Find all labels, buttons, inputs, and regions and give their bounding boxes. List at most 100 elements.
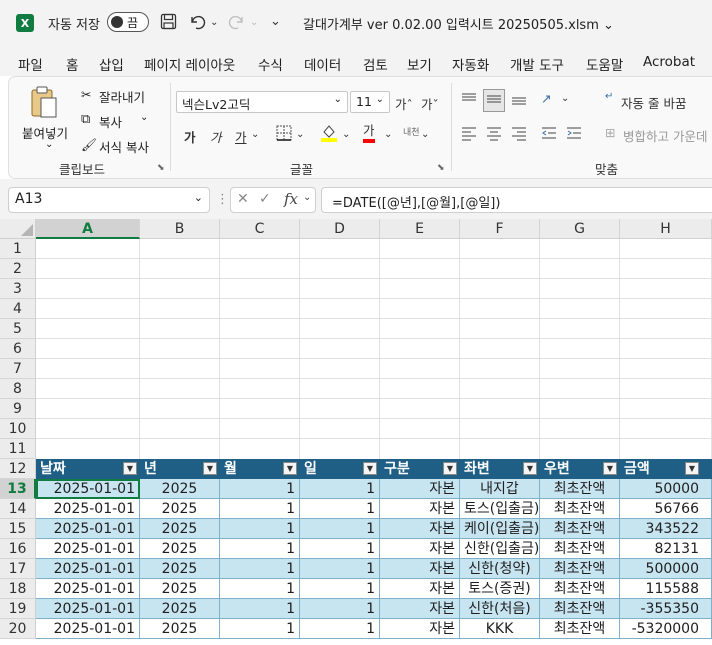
spreadsheet-grid[interactable]: A B C D E F G H 1 2 3 4 5 6 7 8 9 10 11 … [0,219,712,645]
table-cell[interactable]: 최초잔액 [540,579,620,599]
more-options-icon[interactable]: ⋮ [216,192,229,207]
name-box[interactable]: A13 ⌄ [8,187,210,213]
table-cell[interactable]: 1 [220,539,300,559]
row-header[interactable]: 16 [0,539,36,559]
table-cell[interactable]: 자본 [380,479,460,499]
fill-color-icon[interactable] [320,123,338,146]
col-header-g[interactable]: G [540,219,620,239]
increase-indent-icon[interactable] [566,125,582,144]
tab-view[interactable]: 보기 [407,54,432,74]
align-middle-icon[interactable] [483,89,505,112]
underline-dropdown-icon[interactable]: ⌄ [251,129,259,140]
merge-center-button[interactable]: 병합하고 가운데 [623,126,707,145]
row-header[interactable]: 4 [0,299,36,319]
enter-icon[interactable]: ✓ [259,191,271,207]
fill-dropdown-icon[interactable]: ⌄ [342,129,350,140]
table-cell[interactable]: 2025 [140,539,220,559]
border-icon[interactable] [276,125,292,144]
redo-dropdown-icon[interactable]: ⌄ [250,17,258,28]
row-header[interactable]: 20 [0,619,36,639]
table-cell[interactable]: KKK [460,619,540,639]
table-cell[interactable]: 최초잔액 [540,619,620,639]
tab-help[interactable]: 도움말 [586,54,623,74]
tab-page-layout[interactable]: 페이지 레이아웃 [144,54,235,74]
save-icon[interactable] [160,13,177,34]
table-cell[interactable]: 1 [220,559,300,579]
tab-insert[interactable]: 삽입 [99,54,124,74]
table-cell[interactable]: 최초잔액 [540,539,620,559]
table-cell[interactable]: 자본 [380,539,460,559]
table-cell[interactable]: 최초잔액 [540,519,620,539]
table-cell[interactable]: 2025-01-01 [36,619,140,639]
phonetic-button[interactable]: 내천 [403,125,420,138]
undo-icon[interactable] [188,13,206,34]
col-header-h[interactable]: H [620,219,712,239]
table-cell[interactable]: 1 [300,599,380,619]
cut-button[interactable]: 잘라내기 [99,87,145,106]
table-cell[interactable]: 2025 [140,579,220,599]
table-cell[interactable]: 2025 [140,559,220,579]
italic-button[interactable]: 가 [210,127,222,146]
table-cell[interactable]: 2025 [140,499,220,519]
table-cell[interactable]: 1 [300,619,380,639]
font-launcher-icon[interactable]: ⬊ [437,163,445,173]
font-size-select[interactable]: 11 ⌄ [350,91,390,113]
decrease-indent-icon[interactable] [541,125,557,144]
table-cell[interactable]: 2025-01-01 [36,579,140,599]
table-cell[interactable]: 56766 [620,499,712,519]
col-header-c[interactable]: C [220,219,300,239]
table-cell[interactable]: 2025-01-01 [36,539,140,559]
table-cell[interactable]: 1 [300,559,380,579]
row-header[interactable]: 14 [0,499,36,519]
tab-review[interactable]: 검토 [363,54,388,74]
table-cell[interactable]: 343522 [620,519,712,539]
function-dropdown-icon[interactable]: ⌄ [303,192,311,203]
filter-dropdown-icon[interactable]: ▼ [523,462,537,475]
table-cell[interactable]: 1 [220,619,300,639]
formula-input[interactable]: =DATE([@년],[@월],[@일]) [321,187,712,213]
table-cell[interactable]: 2025-01-01 [36,519,140,539]
table-cell[interactable]: 신한(처음) [460,599,540,619]
tab-home[interactable]: 홈 [66,54,78,80]
copy-dropdown-icon[interactable]: ⌄ [140,112,148,123]
tab-data[interactable]: 데이터 [304,54,341,74]
table-cell[interactable]: 1 [300,539,380,559]
wrap-text-button[interactable]: 자동 줄 바꿈 [621,93,686,112]
tab-developer[interactable]: 개발 도구 [510,54,564,74]
table-header-cell[interactable]: 금액 ▼ [620,459,712,479]
table-cell[interactable]: 토스(증권) [460,579,540,599]
table-cell[interactable]: 최초잔액 [540,559,620,579]
align-center-icon[interactable] [486,125,502,144]
table-cell[interactable]: 1 [300,579,380,599]
table-cell[interactable]: 1 [300,519,380,539]
document-title[interactable]: 갈대가계부 ver 0.02.00 입력시트 20250505.xlsm ⌄ [303,14,614,33]
row-header[interactable]: 1 [0,239,36,259]
table-cell[interactable]: 2025-01-01 [36,479,140,499]
filter-dropdown-icon[interactable]: ▼ [203,462,217,475]
table-cell[interactable]: 2025-01-01 [36,559,140,579]
table-cell[interactable]: 82131 [620,539,712,559]
table-cell[interactable]: 신한(청약) [460,559,540,579]
tab-file[interactable]: 파일 [18,54,43,74]
col-header-f[interactable]: F [460,219,540,239]
table-cell[interactable]: 50000 [620,479,712,499]
row-header[interactable]: 9 [0,399,36,419]
table-cell[interactable]: 2025 [140,519,220,539]
table-cell[interactable]: 최초잔액 [540,599,620,619]
table-cell[interactable]: 1 [300,479,380,499]
table-cell[interactable]: 1 [220,579,300,599]
filter-dropdown-icon[interactable]: ▼ [123,462,137,475]
table-cell[interactable]: 신한(입출금) [460,539,540,559]
decrease-font-button[interactable]: 가ˇ [421,94,439,113]
table-header-cell[interactable]: 구분 ▼ [380,459,460,479]
filter-dropdown-icon[interactable]: ▼ [603,462,617,475]
border-dropdown-icon[interactable]: ⌄ [296,129,304,140]
phonetic-dropdown-icon[interactable]: ⌄ [421,129,429,140]
orientation-icon[interactable]: ↗ [541,91,551,106]
row-header[interactable]: 2 [0,259,36,279]
table-cell[interactable]: 1 [300,499,380,519]
paste-dropdown-icon[interactable]: ⌄ [45,139,53,150]
font-color-dropdown-icon[interactable]: ⌄ [384,129,392,140]
col-header-b[interactable]: B [140,219,220,239]
table-cell[interactable]: 자본 [380,619,460,639]
